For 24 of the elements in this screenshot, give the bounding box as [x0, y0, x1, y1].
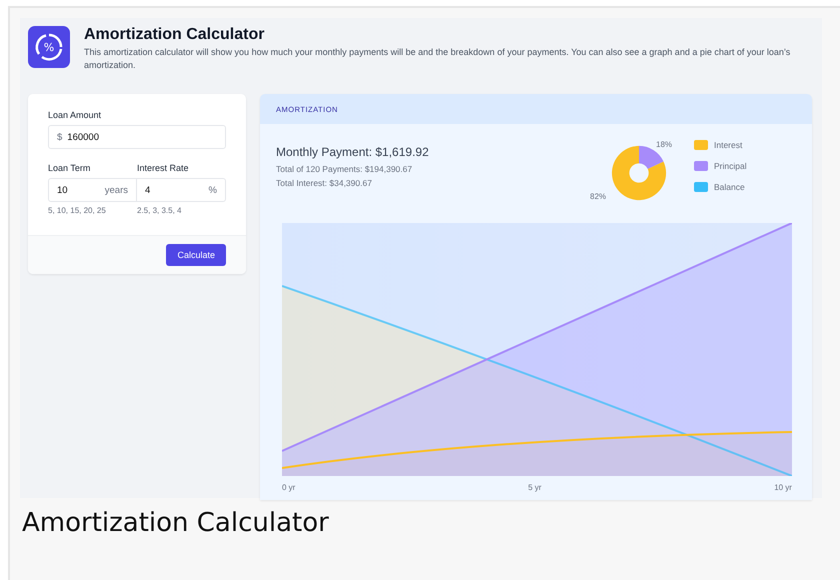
- field-label: Interest Rate: [137, 163, 190, 173]
- percent-logo-icon: %: [28, 26, 70, 68]
- interest-rate-field[interactable]: 4 %: [137, 178, 226, 202]
- field-label: Loan Amount: [48, 110, 102, 120]
- pie-label: 82%: [590, 192, 606, 201]
- legend-label: Interest: [714, 140, 742, 150]
- pie-label: 18%: [656, 140, 672, 149]
- loan-term-field[interactable]: 10 years: [48, 178, 137, 202]
- axis-label: 5 yr: [528, 483, 542, 492]
- field-hint: 2.5, 3, 3.5, 4: [137, 206, 182, 215]
- monthly-payment: Monthly Payment: $1,619.92: [276, 145, 430, 159]
- caption: Amortization Calculator: [22, 508, 330, 538]
- calculate-button[interactable]: Calculate: [166, 244, 226, 266]
- axis-label: 0 yr: [282, 483, 296, 492]
- page-title: Amortization Calculator: [84, 26, 266, 44]
- field-label: Loan Term: [48, 163, 92, 173]
- legend-label: Principal: [714, 161, 747, 171]
- axis-label: 10 yr: [774, 483, 792, 492]
- field-hint: 5, 10, 15, 20, 25: [48, 206, 107, 215]
- loan-amount-field[interactable]: $ 160000: [48, 125, 226, 149]
- legend-label: Balance: [714, 182, 745, 192]
- page-description: This amortization calculator will show you how much your monthly payments will be and the breakdown of your payments. You can also see a graph and a pie chart of your loan’s amortization.: [84, 46, 792, 72]
- total-payments: Total of 120 Payments: $194,390.67: [276, 164, 414, 174]
- total-interest: Total Interest: $34,390.67: [276, 178, 373, 188]
